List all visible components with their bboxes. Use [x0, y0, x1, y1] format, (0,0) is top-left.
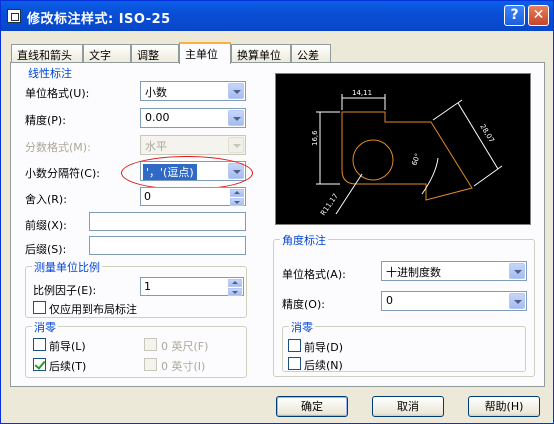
trailing-zero-checkbox[interactable]	[33, 358, 46, 371]
angular-unit-format-select[interactable]: 十进制度数	[381, 261, 527, 281]
precision-label: 精度(P):	[25, 114, 66, 127]
title-bar[interactable]: 修改标注样式: ISO-25 ? ✕	[1, 1, 553, 31]
unit-format-select[interactable]: 小数	[140, 81, 246, 101]
round-off-spinner[interactable]	[230, 189, 244, 206]
layout-only-label: 仅应用到布局标注	[49, 303, 137, 316]
scale-factor-input[interactable]: 1	[140, 277, 244, 296]
decimal-separator-label: 小数分隔符(C):	[25, 167, 100, 180]
suffix-label: 后缀(S):	[25, 243, 67, 256]
chevron-down-icon	[228, 137, 244, 153]
round-off-label: 舍入(R):	[25, 193, 67, 206]
help-button[interactable]: 帮助(H)	[468, 396, 540, 417]
spin-up-icon[interactable]	[228, 279, 242, 287]
tab-fit[interactable]: 调整	[131, 44, 179, 63]
spin-down-icon[interactable]	[228, 288, 242, 296]
angular-leading-zero-checkbox[interactable]	[288, 339, 301, 352]
zero-angular-title: 消零	[289, 319, 315, 335]
fraction-format-label: 分数格式(M):	[25, 141, 91, 154]
round-off-input[interactable]: 0	[140, 187, 246, 206]
app-icon	[7, 9, 21, 23]
angular-group-title: 角度标注	[280, 232, 328, 248]
cancel-button[interactable]: 取消	[372, 396, 444, 417]
preview-dim-angle: 60°	[410, 152, 422, 166]
dialog-window: 修改标注样式: ISO-25 ? ✕ 直线和箭头 文字 调整 主单位 换算单位 …	[0, 0, 554, 424]
unit-format-label: 单位格式(U):	[25, 87, 90, 100]
scale-group-title: 测量单位比例	[32, 259, 102, 275]
suffix-input[interactable]	[89, 236, 246, 255]
scale-factor-spinner[interactable]	[228, 279, 242, 296]
trailing-zero-label: 后续(T)	[49, 360, 87, 373]
linear-group-title: 线性标注	[26, 65, 74, 81]
zero-linear-title: 消零	[32, 319, 58, 335]
window-title: 修改标注样式: ISO-25	[27, 12, 171, 27]
ok-button[interactable]: 确定	[276, 396, 348, 417]
preview-dim-top: 14,11	[352, 89, 372, 97]
close-button[interactable]: ✕	[528, 5, 549, 26]
tab-lines-arrows[interactable]: 直线和箭头	[11, 44, 83, 63]
zero-inches-checkbox	[144, 358, 157, 371]
tab-tolerances[interactable]: 公差	[291, 44, 331, 63]
dimension-preview: 14,11 16,6 28,07 60° R11,17	[275, 73, 531, 225]
scale-factor-label: 比例因子(E):	[33, 284, 97, 297]
layout-only-checkbox[interactable]	[33, 301, 46, 314]
prefix-label: 前缀(X):	[25, 219, 67, 232]
highlight-ellipse	[121, 156, 253, 190]
angular-trailing-zero-label: 后续(N)	[304, 359, 343, 372]
chevron-down-icon[interactable]	[509, 263, 525, 279]
leading-zero-label: 前导(L)	[49, 340, 86, 353]
spin-up-icon[interactable]	[230, 189, 244, 197]
preview-geometry-circle	[352, 139, 394, 181]
angular-precision-select[interactable]: 0	[381, 291, 527, 311]
fraction-format-select: 水平	[140, 135, 246, 155]
zero-feet-checkbox	[144, 338, 157, 351]
chevron-down-icon[interactable]	[509, 293, 525, 309]
chevron-down-icon[interactable]	[228, 83, 244, 99]
leading-zero-checkbox[interactable]	[33, 338, 46, 351]
tab-primary-units[interactable]: 主单位	[179, 42, 231, 64]
angular-trailing-zero-checkbox[interactable]	[288, 357, 301, 370]
preview-drawing: 14,11 16,6 28,07 60° R11,17	[311, 89, 503, 217]
zero-inches-label: 0 英寸(I)	[161, 360, 206, 373]
spin-down-icon[interactable]	[230, 198, 244, 206]
preview-geometry-outline	[341, 111, 473, 201]
precision-select[interactable]: 0.00	[140, 108, 246, 128]
prefix-input[interactable]	[89, 212, 246, 231]
angular-precision-label: 精度(O):	[282, 298, 325, 311]
preview-dim-left: 16,6	[311, 130, 319, 146]
angular-leading-zero-label: 前导(D)	[304, 341, 344, 354]
tab-alternate-units[interactable]: 换算单位	[231, 44, 291, 63]
chevron-down-icon[interactable]	[228, 110, 244, 126]
zero-feet-label: 0 英尺(F)	[161, 340, 209, 353]
angular-unit-format-label: 单位格式(A):	[282, 268, 346, 281]
tab-text[interactable]: 文字	[83, 44, 131, 63]
help-title-button[interactable]: ?	[504, 5, 525, 26]
